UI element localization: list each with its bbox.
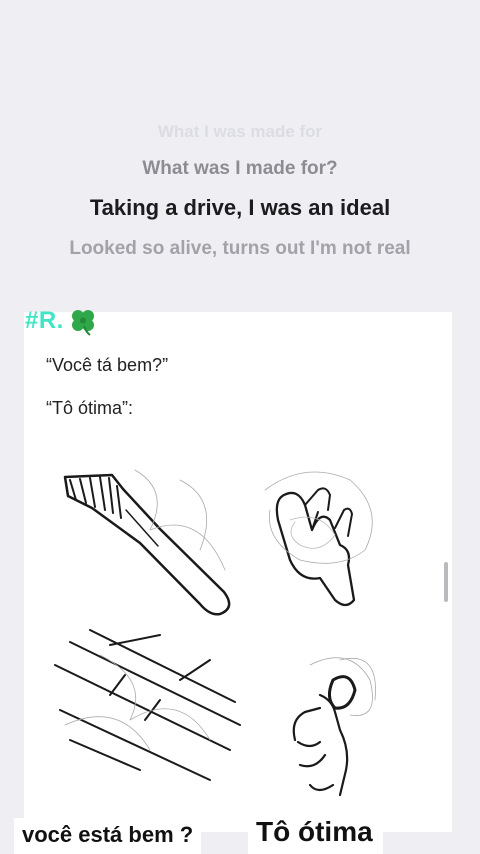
hand-with-hair-icon — [264, 471, 373, 607]
caption-right: Tô ótima — [248, 808, 383, 854]
floor-tiles-with-hair-icon — [54, 629, 241, 781]
post-tag: #R. — [25, 306, 98, 336]
lyric-line-faded: What I was made for — [157, 122, 323, 141]
lyrics-panel: What I was made for What was I made for?… — [0, 0, 480, 310]
lyric-line-next: Looked so alive, turns out I'm not real — [69, 238, 411, 259]
four-leaf-clover-icon — [71, 310, 94, 336]
lyric-line-current: Taking a drive, I was an ideal — [89, 195, 391, 220]
question-text: “Você tá bem?” — [46, 355, 169, 375]
scrollbar-thumb[interactable] — [444, 562, 448, 602]
answer-text: “Tô ótima”: — [46, 398, 134, 418]
hair-loss-illustration — [54, 469, 376, 797]
caption-left: você está bem ? — [14, 818, 202, 854]
lyric-line-previous: What was I made for? — [142, 158, 338, 179]
hand-holding-hair-icon — [292, 657, 376, 797]
tag-label: #R. — [25, 307, 64, 334]
comb-icon — [63, 469, 231, 616]
